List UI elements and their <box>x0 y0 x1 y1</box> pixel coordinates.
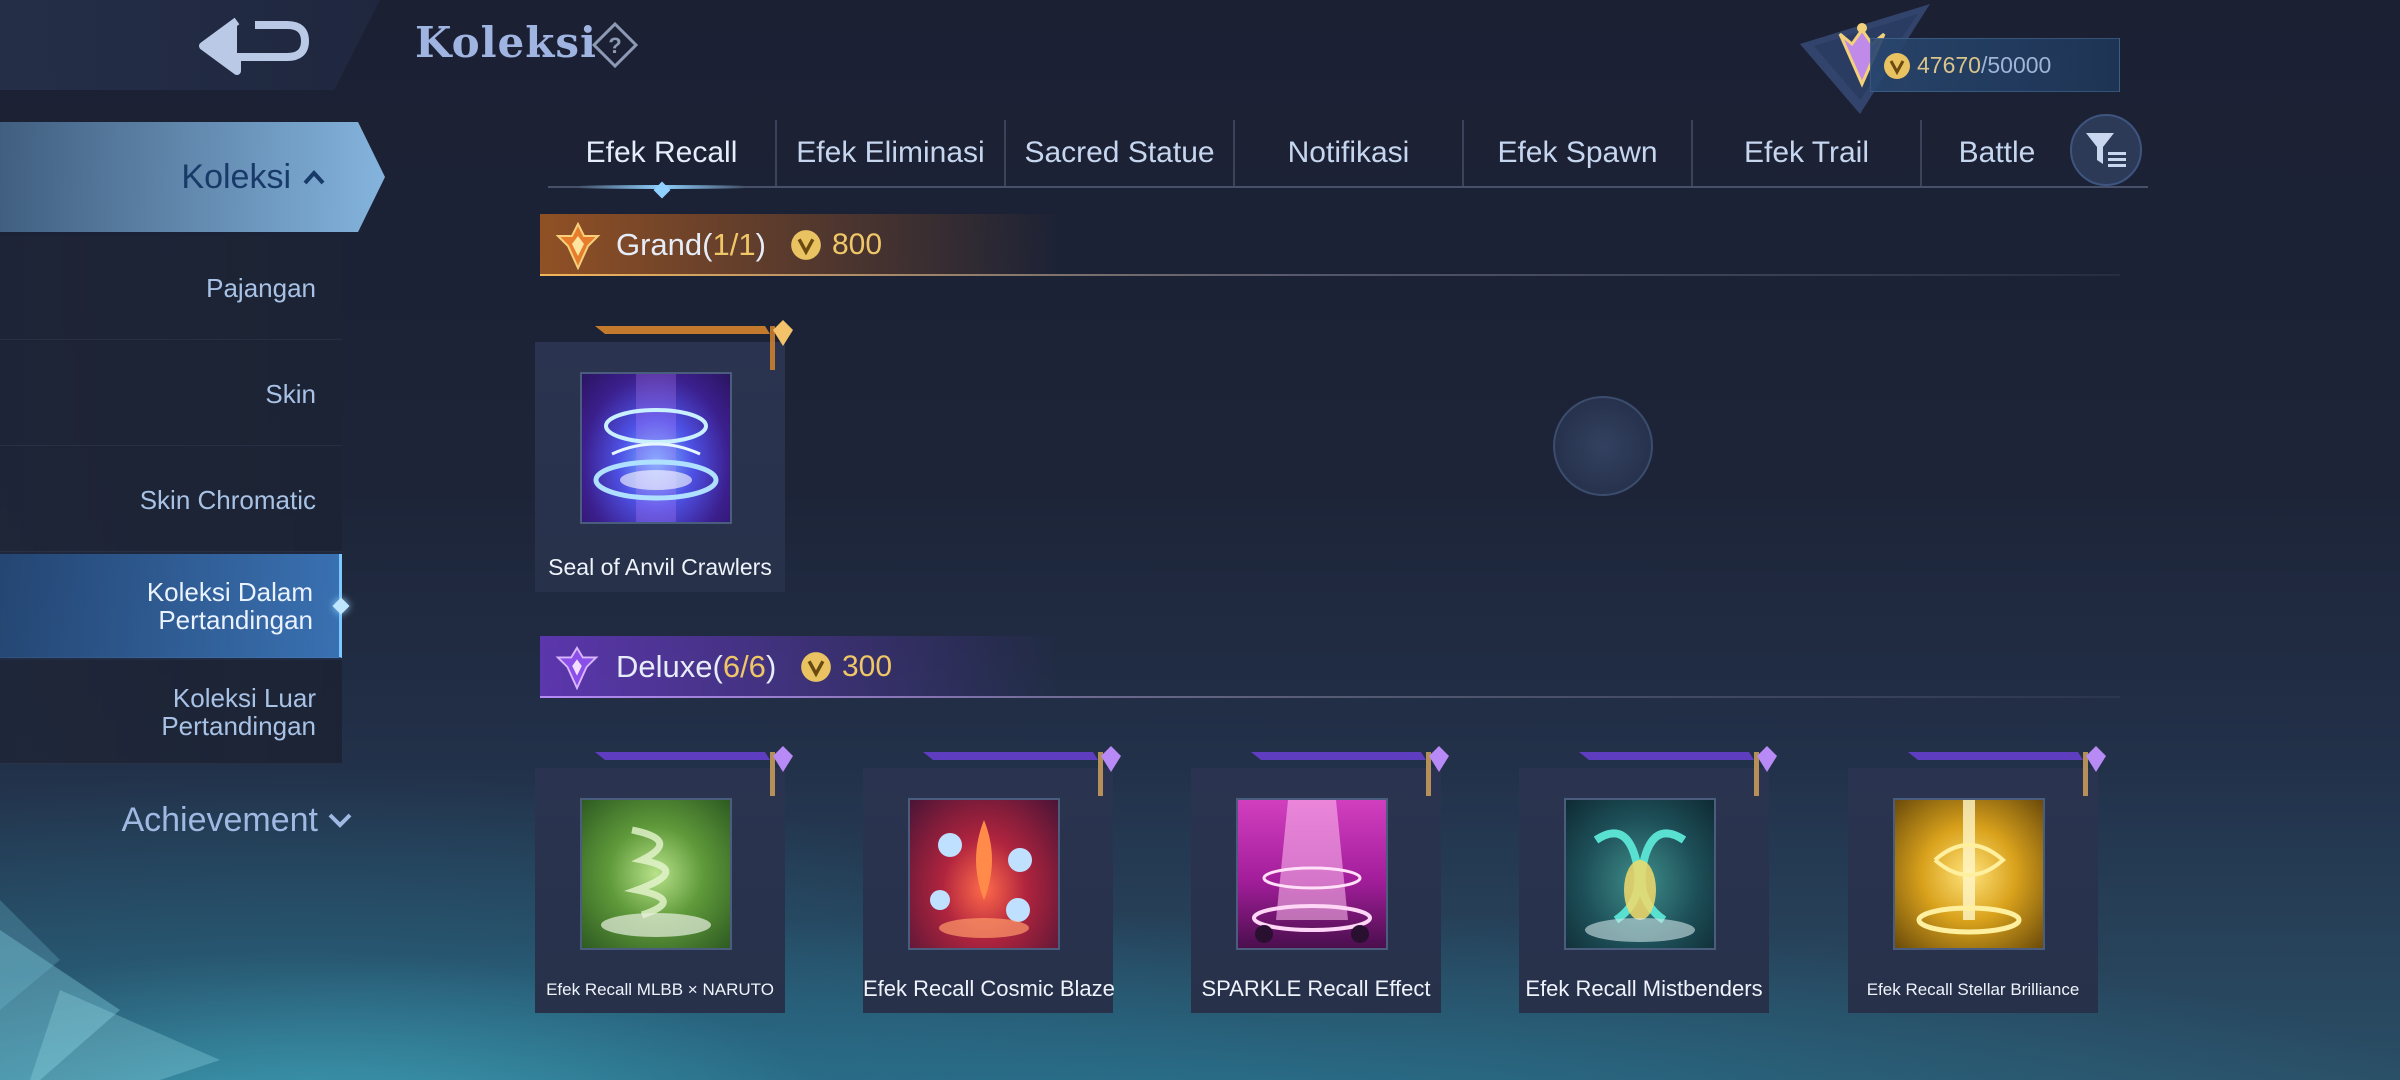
sidebar-item-label: Pajangan <box>206 272 316 303</box>
sidebar-achievement[interactable]: Achievement <box>0 790 352 850</box>
stellar-brilliance-art <box>1916 800 2022 935</box>
section-rule <box>540 274 2120 276</box>
item-card[interactable]: Efek Recall Mistbenders <box>1519 746 1777 1013</box>
section-count: 1/1 <box>712 227 756 262</box>
tab-efek-recall[interactable]: Efek Recall <box>548 120 777 189</box>
section-price: 300 <box>842 650 893 683</box>
coin-icon <box>801 652 831 682</box>
grand-tier-icon <box>555 222 601 270</box>
tab-notifikasi[interactable]: Notifikasi <box>1235 120 1464 186</box>
section-grand-header: Grand(1/1) 800 <box>540 214 2120 276</box>
sidebar-item-label: Skin Chromatic <box>139 484 316 515</box>
cosmic-blaze-art <box>930 820 1032 938</box>
selected-indicator <box>332 597 350 615</box>
filter-button[interactable] <box>2070 114 2142 186</box>
item-thumbnail <box>1236 798 1388 950</box>
sidebar-item-label: Skin <box>265 378 316 409</box>
chevron-down-icon <box>328 813 352 828</box>
grand-ribbon <box>595 320 793 370</box>
center-indicator <box>1553 396 1653 496</box>
help-button[interactable]: ? <box>592 22 638 68</box>
achievement-label: Achievement <box>121 800 318 839</box>
item-name: Efek Recall Cosmic Blaze <box>863 976 1115 1001</box>
item-thumbnail <box>580 372 732 524</box>
section-rule <box>540 696 2120 698</box>
item-thumbnail <box>1893 798 2045 950</box>
deluxe-ribbon <box>1251 746 1449 796</box>
sidebar-item-koleksi-dalam-pertandingan[interactable]: Koleksi Dalam Pertandingan <box>0 554 350 658</box>
coin-icon <box>791 230 821 260</box>
item-card[interactable]: Efek Recall Stellar Brilliance <box>1848 746 2106 1013</box>
currency-current: 47670 <box>1917 51 1981 78</box>
item-name: Efek Recall Mistbenders <box>1525 976 1763 1001</box>
back-arrow-icon <box>199 17 309 75</box>
background-shards <box>0 900 220 1080</box>
deluxe-ribbon <box>923 746 1121 796</box>
section-price: 800 <box>832 228 883 261</box>
deluxe-ribbon <box>595 746 793 796</box>
sidebar-item-pajangan[interactable]: Pajangan <box>0 236 342 340</box>
naruto-recall-art <box>601 826 711 937</box>
item-thumbnail <box>580 798 732 950</box>
item-card[interactable]: Seal of Anvil Crawlers <box>535 320 793 592</box>
page-title: Koleksi <box>415 18 597 67</box>
filter-icon <box>2086 133 2126 167</box>
item-card[interactable]: Efek Recall Cosmic Blaze <box>863 746 1121 1013</box>
deluxe-tier-icon <box>555 645 599 690</box>
currency-display: 47670/50000 <box>1870 38 2120 92</box>
tab-efek-eliminasi[interactable]: Efek Eliminasi <box>777 120 1006 186</box>
sidebar-item-label: Koleksi Dalam Pertandingan <box>146 576 313 635</box>
question-icon: ? <box>592 22 638 68</box>
seal-anvil-art <box>593 374 719 522</box>
item-name: Efek Recall Stellar Brilliance <box>1866 980 2080 999</box>
sidebar-item-koleksi-luar-pertandingan[interactable]: Koleksi Luar Pertandingan <box>0 660 342 764</box>
tab-battle[interactable]: Battle <box>1922 120 2072 186</box>
tab-efek-spawn[interactable]: Efek Spawn <box>1464 120 1693 186</box>
deluxe-ribbon <box>1908 746 2106 796</box>
item-card[interactable]: SPARKLE Recall Effect <box>1191 746 1449 1013</box>
item-card[interactable]: Efek Recall MLBB × NARUTO <box>535 746 793 1013</box>
sidebar-item-skin-chromatic[interactable]: Skin Chromatic <box>0 448 342 552</box>
tab-sacred-statue[interactable]: Sacred Statue <box>1006 120 1235 186</box>
item-name: SPARKLE Recall Effect <box>1201 976 1431 1001</box>
back-button[interactable] <box>190 8 320 84</box>
sparkle-recall-art <box>1252 800 1372 943</box>
currency-max: /50000 <box>1980 51 2052 78</box>
tab-efek-trail[interactable]: Efek Trail <box>1693 120 1922 186</box>
sidebar-active-label: Koleksi <box>181 157 291 196</box>
coin-icon <box>1884 53 1910 79</box>
item-thumbnail <box>908 798 1060 950</box>
section-title: Deluxe(6/6) <box>616 649 777 684</box>
sidebar-item-skin[interactable]: Skin <box>0 342 342 446</box>
item-thumbnail <box>1564 798 1716 950</box>
item-name: Efek Recall MLBB × NARUTO <box>546 980 774 999</box>
chevron-up-icon <box>303 170 325 185</box>
section-title: Grand(1/1) <box>616 227 766 262</box>
category-tabs: Efek Recall Efek Eliminasi Sacred Statue… <box>548 120 2148 189</box>
mistbenders-art <box>1585 829 1695 942</box>
svg-text:?: ? <box>608 33 621 58</box>
section-deluxe-header: Deluxe(6/6) 300 <box>540 636 2120 698</box>
item-name: Seal of Anvil Crawlers <box>548 554 772 580</box>
section-count: 6/6 <box>722 649 766 684</box>
sidebar-item-koleksi[interactable]: Koleksi <box>0 122 385 232</box>
sidebar-item-label: Koleksi Luar Pertandingan <box>161 682 316 741</box>
deluxe-ribbon <box>1579 746 1777 796</box>
